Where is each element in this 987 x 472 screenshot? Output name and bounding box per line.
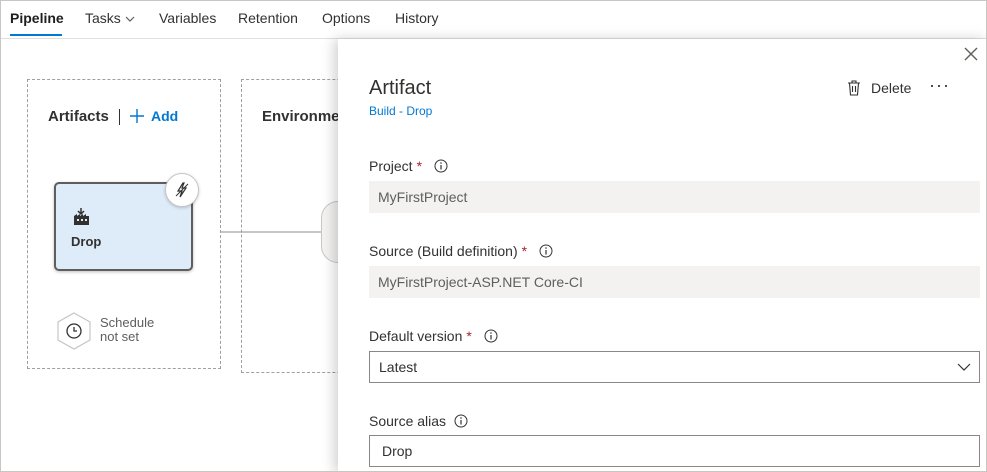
- trash-icon: [848, 80, 860, 96]
- build-icon: [74, 208, 89, 225]
- release-pipeline-editor: Pipeline Tasks Variables Retention Optio…: [0, 0, 987, 472]
- panel-title: Artifact: [369, 77, 432, 99]
- tab-history[interactable]: History: [395, 10, 439, 26]
- chevron-down-icon: [125, 16, 135, 23]
- schedule-line-1: Schedule: [100, 315, 155, 330]
- environments-title: Environme: [262, 108, 340, 125]
- add-artifact-label: Add: [151, 108, 179, 124]
- plus-icon: [130, 109, 144, 123]
- delete-button[interactable]: Delete: [847, 80, 911, 96]
- active-tab-indicator: [10, 34, 62, 36]
- default-version-label: Default version *: [369, 328, 498, 344]
- tab-pipeline[interactable]: Pipeline: [10, 10, 64, 26]
- add-artifact-button[interactable]: Add: [129, 108, 178, 124]
- schedule-line-2: not set: [100, 329, 140, 344]
- project-label: Project *: [369, 158, 448, 174]
- default-version-label-text: Default version: [369, 328, 463, 344]
- info-icon[interactable]: [434, 159, 448, 173]
- schedule-trigger[interactable]: Schedule not set: [56, 312, 154, 355]
- delete-label: Delete: [871, 80, 912, 96]
- schedule-status: Schedule not set: [100, 316, 154, 344]
- tab-options[interactable]: Options: [322, 10, 370, 26]
- source-field: MyFirstProject-ASP.NET Core-CI: [369, 266, 980, 298]
- more-actions-button[interactable]: ···: [929, 75, 950, 96]
- tab-bar: Pipeline Tasks Variables Retention Optio…: [1, 1, 986, 39]
- source-alias-label-text: Source alias: [369, 413, 447, 429]
- tab-retention[interactable]: Retention: [238, 10, 298, 26]
- continuous-deployment-trigger-button[interactable]: [165, 173, 199, 207]
- panel-subtitle-link[interactable]: Build - Drop: [369, 104, 432, 118]
- info-icon[interactable]: [484, 329, 498, 343]
- required-marker: *: [466, 328, 472, 344]
- tab-tasks-label: Tasks: [85, 10, 121, 26]
- source-label-text: Source (Build definition): [369, 243, 518, 259]
- close-icon[interactable]: [962, 45, 980, 63]
- required-marker: *: [416, 158, 423, 174]
- default-version-dropdown[interactable]: Latest: [369, 351, 980, 383]
- artifact-properties-panel: Artifact Build - Drop Delete ··· Project…: [338, 39, 986, 471]
- source-alias-input[interactable]: Drop: [369, 435, 980, 467]
- source-label: Source (Build definition) *: [369, 243, 553, 259]
- info-icon[interactable]: [454, 414, 468, 428]
- required-marker: *: [521, 243, 528, 259]
- default-version-value: Latest: [379, 359, 418, 375]
- title-divider: [119, 109, 120, 125]
- source-alias-label: Source alias: [369, 413, 468, 429]
- artifact-card-name: Drop: [71, 234, 102, 249]
- tab-tasks[interactable]: Tasks: [85, 10, 135, 26]
- info-icon[interactable]: [539, 244, 553, 258]
- project-label-text: Project: [369, 158, 413, 174]
- chevron-down-icon: [957, 363, 971, 371]
- artifacts-title: Artifacts: [48, 108, 109, 125]
- clock-icon: [57, 312, 91, 350]
- tab-variables[interactable]: Variables: [159, 10, 216, 26]
- project-field: MyFirstProject: [369, 181, 980, 213]
- trigger-icon: [175, 182, 189, 198]
